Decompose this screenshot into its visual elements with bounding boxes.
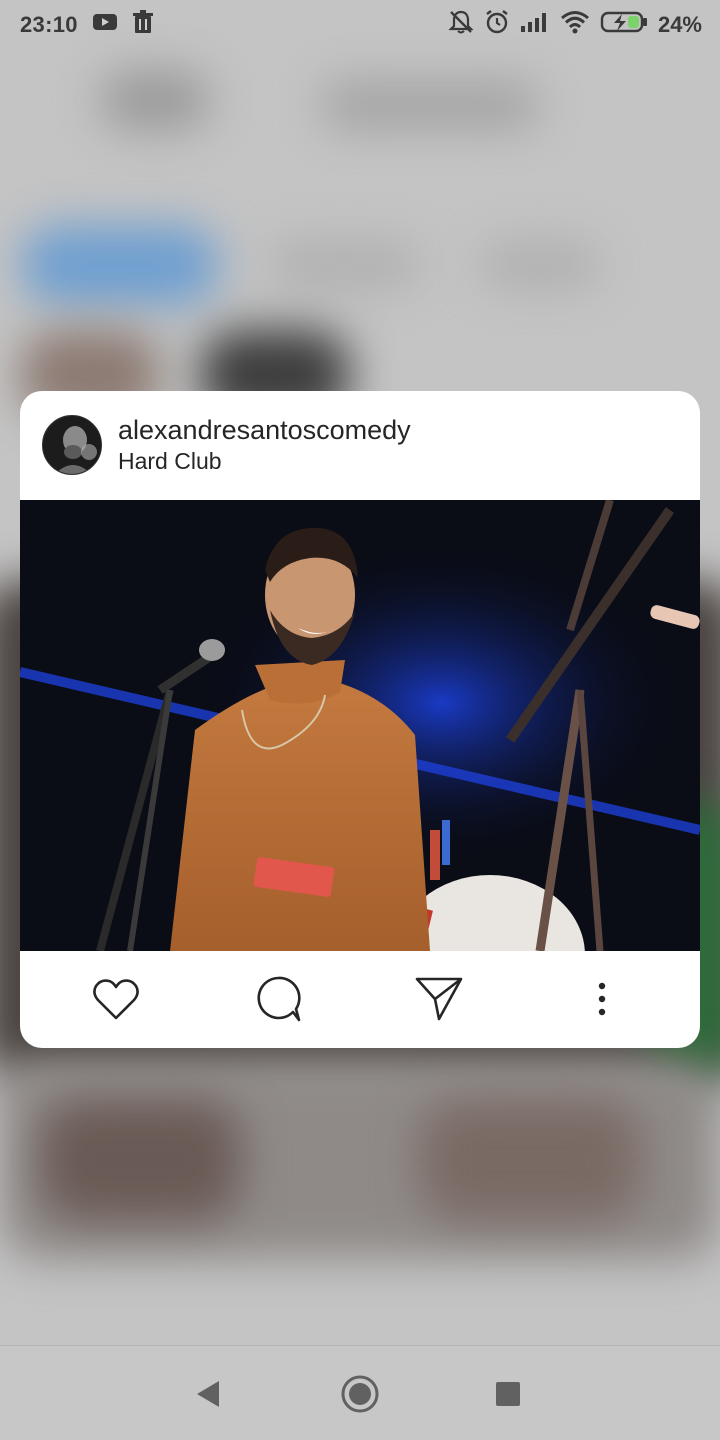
status-time: 23:10	[20, 12, 78, 37]
heart-icon[interactable]	[90, 973, 142, 1025]
notifications-muted-icon	[448, 9, 474, 41]
status-bar: 23:10 24%	[0, 0, 720, 50]
youtube-icon	[92, 12, 118, 38]
alarm-icon	[484, 9, 510, 41]
recents-icon[interactable]	[487, 1373, 529, 1415]
post-header: alexandresantoscomedy Hard Club	[20, 391, 700, 500]
trash-icon	[132, 10, 154, 40]
more-vertical-icon[interactable]	[576, 973, 628, 1025]
back-icon[interactable]	[187, 1373, 229, 1415]
system-nav-bar	[0, 1345, 720, 1440]
signal-icon	[520, 11, 550, 39]
home-icon[interactable]	[339, 1373, 381, 1415]
post-location[interactable]: Hard Club	[118, 448, 222, 475]
wifi-icon	[560, 10, 590, 40]
post-preview-card: alexandresantoscomedy Hard Club	[20, 391, 700, 1048]
post-image[interactable]	[20, 500, 700, 951]
post-action-bar	[20, 951, 700, 1048]
avatar[interactable]	[42, 415, 102, 475]
battery-percentage: 24%	[657, 12, 702, 37]
battery-charging-icon	[600, 10, 648, 40]
send-icon[interactable]	[413, 973, 465, 1025]
post-username[interactable]: alexandresantoscomedy	[118, 415, 411, 446]
comment-icon[interactable]	[252, 973, 304, 1025]
